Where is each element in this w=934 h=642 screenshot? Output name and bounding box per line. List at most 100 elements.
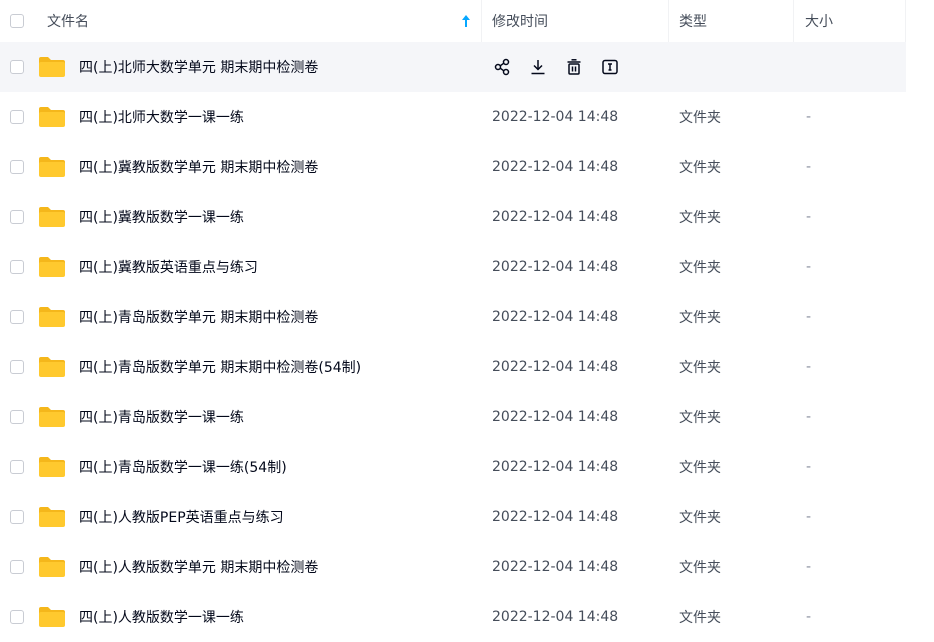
file-type: 文件夹 <box>679 210 721 226</box>
file-size: - <box>806 559 812 575</box>
folder-icon <box>39 407 65 427</box>
file-name-cell[interactable]: 四(上)北师大数学一课一练 <box>38 106 482 128</box>
row-checkbox[interactable] <box>10 360 24 374</box>
file-name-cell[interactable]: 四(上)人教版PEP英语重点与练习 <box>38 506 482 528</box>
row-checkbox-cell <box>0 260 38 274</box>
file-size: - <box>806 459 812 475</box>
file-name-cell[interactable]: 四(上)冀教版英语重点与练习 <box>38 256 482 278</box>
row-checkbox[interactable] <box>10 410 24 424</box>
file-size: - <box>806 509 812 525</box>
file-size: - <box>806 109 812 125</box>
row-checkbox-cell <box>0 460 38 474</box>
file-name[interactable]: 四(上)青岛版数学一课一练(54制) <box>79 457 287 477</box>
row-checkbox-cell <box>0 510 38 524</box>
file-name[interactable]: 四(上)人教版数学单元 期末期中检测卷 <box>79 557 318 577</box>
file-name-cell[interactable]: 四(上)人教版数学单元 期末期中检测卷 <box>38 556 482 578</box>
file-type: 文件夹 <box>679 160 721 176</box>
file-name[interactable]: 四(上)青岛版数学单元 期末期中检测卷 <box>79 307 318 327</box>
file-modified-time: 2022-12-04 14:48 <box>492 409 619 425</box>
row-checkbox[interactable] <box>10 310 24 324</box>
row-checkbox[interactable] <box>10 160 24 174</box>
file-name[interactable]: 四(上)冀教版英语重点与练习 <box>79 257 258 277</box>
file-size: - <box>806 259 812 275</box>
file-type: 文件夹 <box>679 260 721 276</box>
file-row[interactable]: 四(上)青岛版数学一课一练 2022-12-04 14:48 文件夹 - <box>0 392 906 442</box>
row-checkbox-cell <box>0 560 38 574</box>
file-modified-time: 2022-12-04 14:48 <box>492 509 619 525</box>
share-icon[interactable] <box>492 57 512 77</box>
row-checkbox-cell <box>0 110 38 124</box>
file-name[interactable]: 四(上)青岛版数学一课一练 <box>79 407 244 427</box>
file-type: 文件夹 <box>679 560 721 576</box>
file-size: - <box>806 309 812 325</box>
column-header-size[interactable]: 大小 <box>794 0 906 42</box>
file-row[interactable]: 四(上)人教版数学一课一练 2022-12-04 14:48 文件夹 - <box>0 592 906 642</box>
folder-icon <box>39 357 65 377</box>
file-name[interactable]: 四(上)北师大数学一课一练 <box>79 107 244 127</box>
file-modified-time: 2022-12-04 14:48 <box>492 159 619 175</box>
select-all-checkbox[interactable] <box>10 14 24 28</box>
column-header-name[interactable]: 文件名 <box>38 0 482 42</box>
folder-icon <box>39 307 65 327</box>
download-icon[interactable] <box>528 57 548 77</box>
sort-ascending-icon[interactable] <box>461 14 471 28</box>
file-type: 文件夹 <box>679 410 721 426</box>
file-row[interactable]: 四(上)青岛版数学单元 期末期中检测卷 2022-12-04 14:48 文件夹… <box>0 292 906 342</box>
file-name[interactable]: 四(上)青岛版数学单元 期末期中检测卷(54制) <box>79 357 361 377</box>
file-size: - <box>806 409 812 425</box>
file-name-cell[interactable]: 四(上)北师大数学单元 期末期中检测卷 <box>38 56 482 78</box>
column-header-type[interactable]: 类型 <box>669 0 794 42</box>
file-row[interactable]: 四(上)冀教版数学单元 期末期中检测卷 2022-12-04 14:48 文件夹… <box>0 142 906 192</box>
file-row[interactable]: 四(上)人教版PEP英语重点与练习 2022-12-04 14:48 文件夹 - <box>0 492 906 542</box>
row-checkbox[interactable] <box>10 210 24 224</box>
row-checkbox[interactable] <box>10 560 24 574</box>
row-checkbox-cell <box>0 210 38 224</box>
file-name[interactable]: 四(上)北师大数学单元 期末期中检测卷 <box>79 57 318 77</box>
row-checkbox[interactable] <box>10 260 24 274</box>
row-checkbox-cell <box>0 360 38 374</box>
file-type: 文件夹 <box>679 310 721 326</box>
file-row[interactable]: 四(上)北师大数学单元 期末期中检测卷 <box>0 42 906 92</box>
file-name[interactable]: 四(上)人教版数学一课一练 <box>79 607 244 627</box>
row-checkbox-cell <box>0 60 38 74</box>
file-name-cell[interactable]: 四(上)青岛版数学一课一练 <box>38 406 482 428</box>
row-checkbox[interactable] <box>10 510 24 524</box>
file-row[interactable]: 四(上)青岛版数学一课一练(54制) 2022-12-04 14:48 文件夹 … <box>0 442 906 492</box>
file-list-header: 文件名 修改时间 类型 大小 <box>0 0 906 42</box>
file-name[interactable]: 四(上)人教版PEP英语重点与练习 <box>79 507 284 527</box>
trash-icon[interactable] <box>564 57 584 77</box>
file-name-cell[interactable]: 四(上)青岛版数学单元 期末期中检测卷(54制) <box>38 356 482 378</box>
column-header-time[interactable]: 修改时间 <box>482 0 669 42</box>
file-name[interactable]: 四(上)冀教版数学单元 期末期中检测卷 <box>79 157 318 177</box>
file-name-cell[interactable]: 四(上)冀教版数学一课一练 <box>38 206 482 228</box>
row-checkbox[interactable] <box>10 110 24 124</box>
file-type: 文件夹 <box>679 610 721 626</box>
file-size: - <box>806 359 812 375</box>
row-checkbox-cell <box>0 160 38 174</box>
file-list: 文件名 修改时间 类型 大小 四(上)北师大数学单元 期末期中检测卷 四(上)北… <box>0 0 934 642</box>
rename-icon[interactable] <box>600 57 620 77</box>
file-modified-time: 2022-12-04 14:48 <box>492 609 619 625</box>
file-type: 文件夹 <box>679 360 721 376</box>
file-type: 文件夹 <box>679 110 721 126</box>
row-checkbox[interactable] <box>10 60 24 74</box>
folder-icon <box>39 557 65 577</box>
column-header-size-label: 大小 <box>805 14 833 30</box>
row-checkbox[interactable] <box>10 610 24 624</box>
folder-icon <box>39 57 65 77</box>
file-name-cell[interactable]: 四(上)人教版数学一课一练 <box>38 606 482 628</box>
file-name-cell[interactable]: 四(上)冀教版数学单元 期末期中检测卷 <box>38 156 482 178</box>
file-modified-time: 2022-12-04 14:48 <box>492 309 619 325</box>
row-actions <box>482 57 669 77</box>
file-row[interactable]: 四(上)青岛版数学单元 期末期中检测卷(54制) 2022-12-04 14:4… <box>0 342 906 392</box>
file-name-cell[interactable]: 四(上)青岛版数学单元 期末期中检测卷 <box>38 306 482 328</box>
file-name[interactable]: 四(上)冀教版数学一课一练 <box>79 207 244 227</box>
file-row[interactable]: 四(上)冀教版数学一课一练 2022-12-04 14:48 文件夹 - <box>0 192 906 242</box>
folder-icon <box>39 607 65 627</box>
file-row[interactable]: 四(上)人教版数学单元 期末期中检测卷 2022-12-04 14:48 文件夹… <box>0 542 906 592</box>
file-modified-time: 2022-12-04 14:48 <box>492 559 619 575</box>
row-checkbox[interactable] <box>10 460 24 474</box>
file-name-cell[interactable]: 四(上)青岛版数学一课一练(54制) <box>38 456 482 478</box>
file-row[interactable]: 四(上)冀教版英语重点与练习 2022-12-04 14:48 文件夹 - <box>0 242 906 292</box>
file-row[interactable]: 四(上)北师大数学一课一练 2022-12-04 14:48 文件夹 - <box>0 92 906 142</box>
